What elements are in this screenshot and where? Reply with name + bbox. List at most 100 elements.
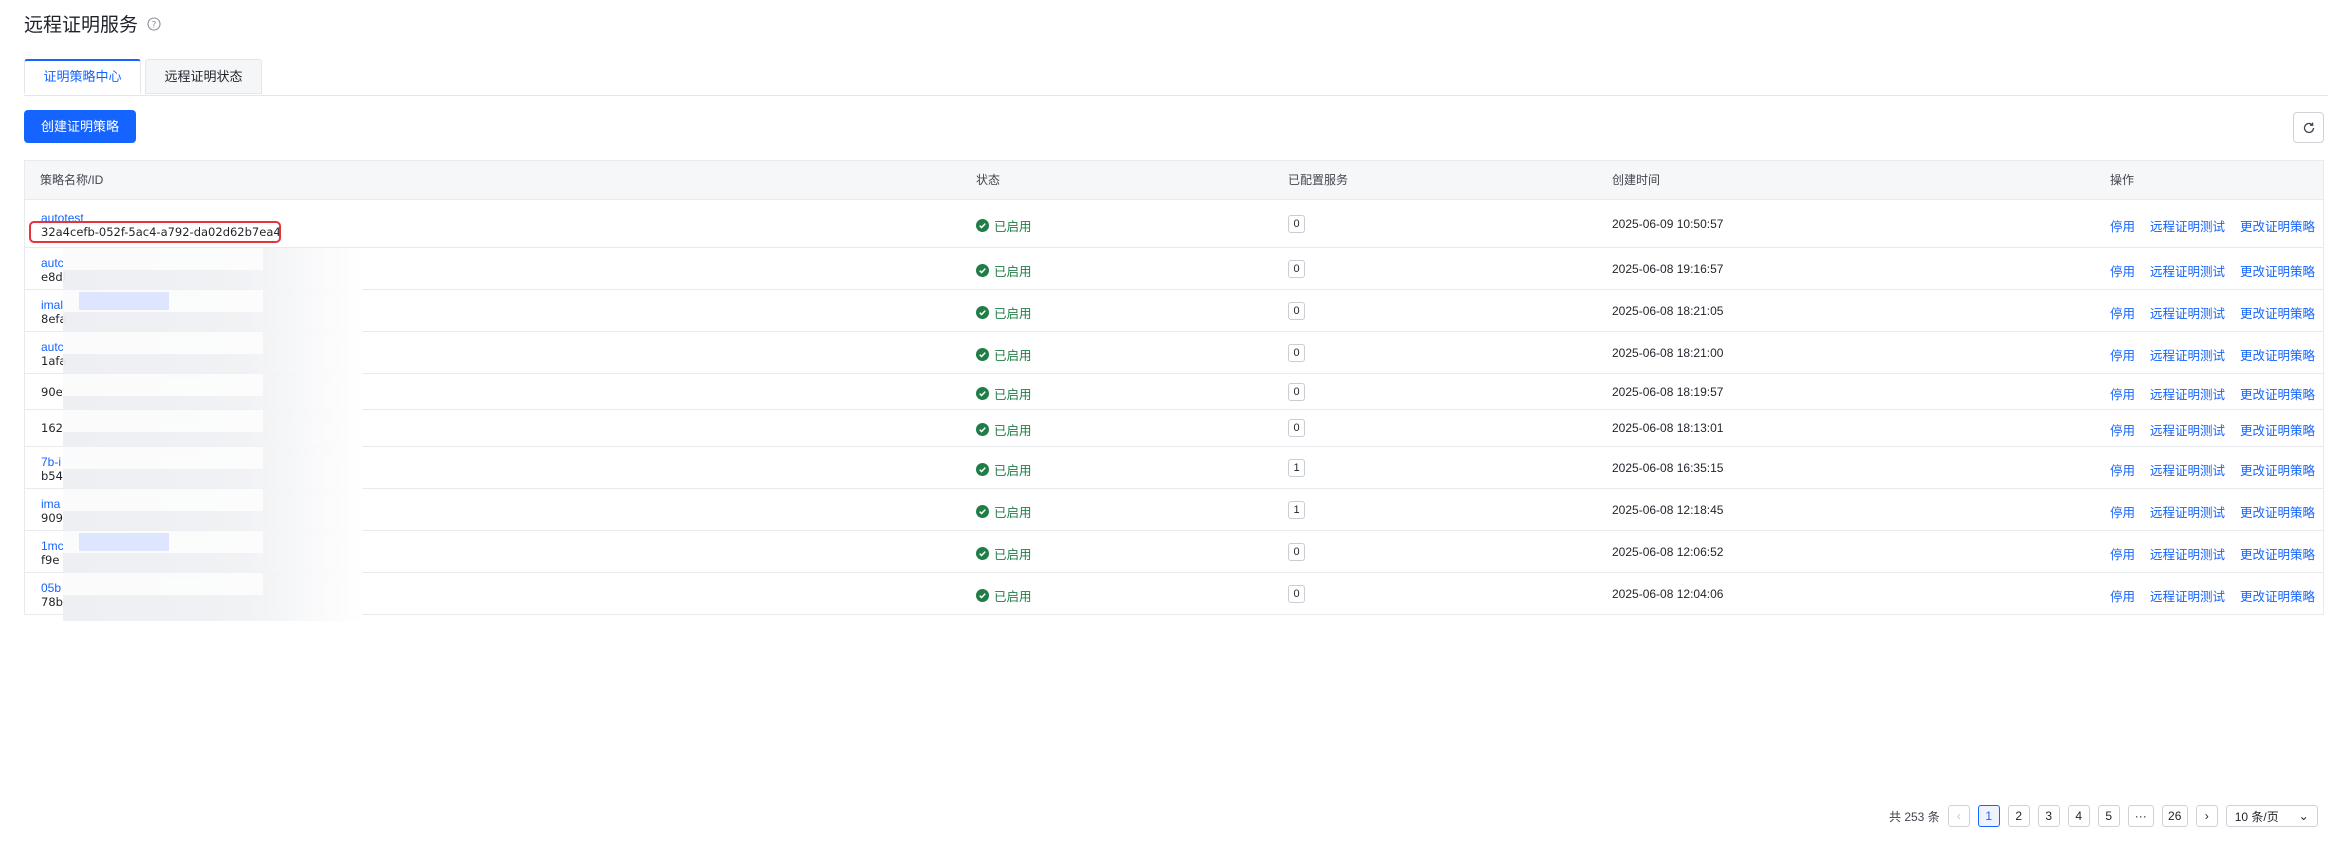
attestation-test-button[interactable]: 远程证明测试	[2150, 502, 2225, 521]
edit-policy-button[interactable]: 更改证明策略	[2240, 460, 2315, 479]
attestation-test-button[interactable]: 远程证明测试	[2150, 420, 2225, 439]
edit-policy-button[interactable]: 更改证明策略	[2240, 303, 2315, 322]
prev-page-button[interactable]: ‹	[1947, 805, 1970, 827]
edit-policy-button[interactable]: 更改证明策略	[2240, 261, 2315, 280]
created-time: 2025-06-08 12:06:52	[1612, 545, 1724, 559]
disable-button[interactable]: 停用	[2110, 544, 2135, 563]
attestation-test-button[interactable]: 远程证明测试	[2150, 586, 2225, 605]
status-label: 已启用	[994, 307, 1032, 321]
edit-policy-button[interactable]: 更改证明策略	[2240, 345, 2315, 364]
policy-name-link[interactable]: autc	[41, 256, 64, 270]
attestation-test-button[interactable]: 远程证明测试	[2150, 460, 2225, 479]
table-row: 90e 已启用 0 2025-06-08 18:19:57 停用 远程证明测试 更…	[25, 374, 2323, 422]
created-time: 2025-06-08 16:35:15	[1612, 461, 1724, 475]
created-time: 2025-06-08 19:16:57	[1612, 262, 1724, 276]
service-count-badge: 0	[1288, 383, 1305, 401]
header-services: 已配置服务	[1288, 173, 1349, 187]
header-status: 状态	[976, 173, 1001, 187]
edit-policy-button[interactable]: 更改证明策略	[2240, 502, 2315, 521]
refresh-icon	[2303, 122, 2314, 133]
next-page-button[interactable]: ›	[2195, 805, 2218, 827]
tab-bar: 证明策略中心 远程证明状态	[24, 59, 2328, 96]
status-cell: 已启用	[976, 586, 1032, 605]
disable-button[interactable]: 停用	[2110, 460, 2135, 479]
attestation-test-button[interactable]: 远程证明测试	[2150, 345, 2225, 364]
help-icon[interactable]: ?	[147, 16, 161, 31]
table-row: 162 已启用 0 2025-06-08 18:13:01 停用 远程证明测试 更…	[25, 410, 2323, 458]
attestation-test-button[interactable]: 远程证明测试	[2150, 216, 2225, 235]
tab-policy-center[interactable]: 证明策略中心	[24, 59, 141, 94]
policy-name-link[interactable]: ima	[41, 497, 60, 511]
table-row: ima 909 已启用 1 2025-06-08 12:18:45 停用 远程证明测…	[25, 489, 2323, 537]
check-circle-icon	[976, 505, 989, 518]
disable-button[interactable]: 停用	[2110, 216, 2135, 235]
edit-policy-button[interactable]: 更改证明策略	[2240, 216, 2315, 235]
edit-policy-button[interactable]: 更改证明策略	[2240, 544, 2315, 563]
status-cell: 已启用	[976, 345, 1032, 364]
row-actions: 停用 远程证明测试 更改证明策略	[2110, 460, 2315, 479]
header-name: 策略名称/ID	[40, 173, 104, 187]
policy-id: 909	[41, 511, 63, 525]
page-button[interactable]: 5	[2097, 805, 2120, 827]
row-actions: 停用 远程证明测试 更改证明策略	[2110, 303, 2315, 322]
status-cell: 已启用	[976, 420, 1032, 439]
row-actions: 停用 远程证明测试 更改证明策略	[2110, 544, 2315, 563]
service-count-badge: 0	[1288, 344, 1305, 362]
attestation-test-button[interactable]: 远程证明测试	[2150, 303, 2225, 322]
attestation-test-button[interactable]: 远程证明测试	[2150, 261, 2225, 280]
status-label: 已启用	[994, 349, 1032, 363]
attestation-test-button[interactable]: 远程证明测试	[2150, 544, 2225, 563]
page-button[interactable]: 4	[2067, 805, 2090, 827]
tab-attestation-status[interactable]: 远程证明状态	[145, 59, 262, 94]
policy-name-link[interactable]: 1mc	[41, 539, 64, 553]
page-header: 远程证明服务 ?	[24, 10, 161, 37]
policy-table: 策略名称/ID 状态 已配置服务 创建时间 操作 autotest 32a4cef…	[24, 160, 2324, 621]
policy-name-link[interactable]: autc	[41, 340, 64, 354]
check-circle-icon	[976, 348, 989, 361]
disable-button[interactable]: 停用	[2110, 303, 2135, 322]
policy-name-link[interactable]: 05b	[41, 581, 61, 595]
service-count-badge: 0	[1288, 302, 1305, 320]
page-button[interactable]: 26	[2161, 805, 2188, 827]
page-size-select[interactable]: 10 条/页 ⌄	[2225, 805, 2318, 827]
created-time: 2025-06-08 12:18:45	[1612, 503, 1724, 517]
disable-button[interactable]: 停用	[2110, 586, 2135, 605]
service-count-badge: 0	[1288, 260, 1305, 278]
attestation-test-button[interactable]: 远程证明测试	[2150, 384, 2225, 403]
policy-name-link[interactable]: 7b-i	[41, 455, 61, 469]
row-actions: 停用 远程证明测试 更改证明策略	[2110, 384, 2315, 403]
status-cell: 已启用	[976, 303, 1032, 322]
disable-button[interactable]: 停用	[2110, 345, 2135, 364]
disable-button[interactable]: 停用	[2110, 384, 2135, 403]
disable-button[interactable]: 停用	[2110, 420, 2135, 439]
status-label: 已启用	[994, 424, 1032, 438]
policy-name-link[interactable]: imal	[41, 298, 63, 312]
create-policy-button[interactable]: 创建证明策略	[24, 110, 136, 143]
page-button[interactable]: 1	[1977, 805, 2000, 827]
created-time: 2025-06-08 12:04:06	[1612, 587, 1724, 601]
disable-button[interactable]: 停用	[2110, 502, 2135, 521]
redacted-area	[63, 489, 363, 537]
status-cell: 已启用	[976, 544, 1032, 563]
check-circle-icon	[976, 306, 989, 319]
page-button[interactable]: 2	[2007, 805, 2030, 827]
status-label: 已启用	[994, 506, 1032, 520]
status-cell: 已启用	[976, 384, 1032, 403]
page-button[interactable]: 3	[2037, 805, 2060, 827]
status-cell: 已启用	[976, 460, 1032, 479]
page-ellipsis[interactable]: ···	[2127, 805, 2154, 827]
edit-policy-button[interactable]: 更改证明策略	[2240, 384, 2315, 403]
refresh-button[interactable]	[2293, 112, 2324, 143]
table-row: autc 1afa 已启用 0 2025-06-08 18:21:00 停用 远程证…	[25, 332, 2323, 380]
edit-policy-button[interactable]: 更改证明策略	[2240, 420, 2315, 439]
table-row: autotest 32a4cefb-052f-5ac4-a792-da02d62b…	[25, 200, 2323, 248]
check-circle-icon	[976, 264, 989, 277]
status-label: 已启用	[994, 548, 1032, 562]
table-row: autc e8dl 已启用 0 2025-06-08 19:16:57 停用 远程证…	[25, 248, 2323, 296]
policy-id: 90e	[41, 385, 63, 399]
edit-policy-button[interactable]: 更改证明策略	[2240, 586, 2315, 605]
page-title: 远程证明服务	[24, 15, 139, 36]
row-actions: 停用 远程证明测试 更改证明策略	[2110, 502, 2315, 521]
disable-button[interactable]: 停用	[2110, 261, 2135, 280]
table-row: 7b-i b54 已启用 1 2025-06-08 16:35:15 停用 远程证明…	[25, 447, 2323, 495]
